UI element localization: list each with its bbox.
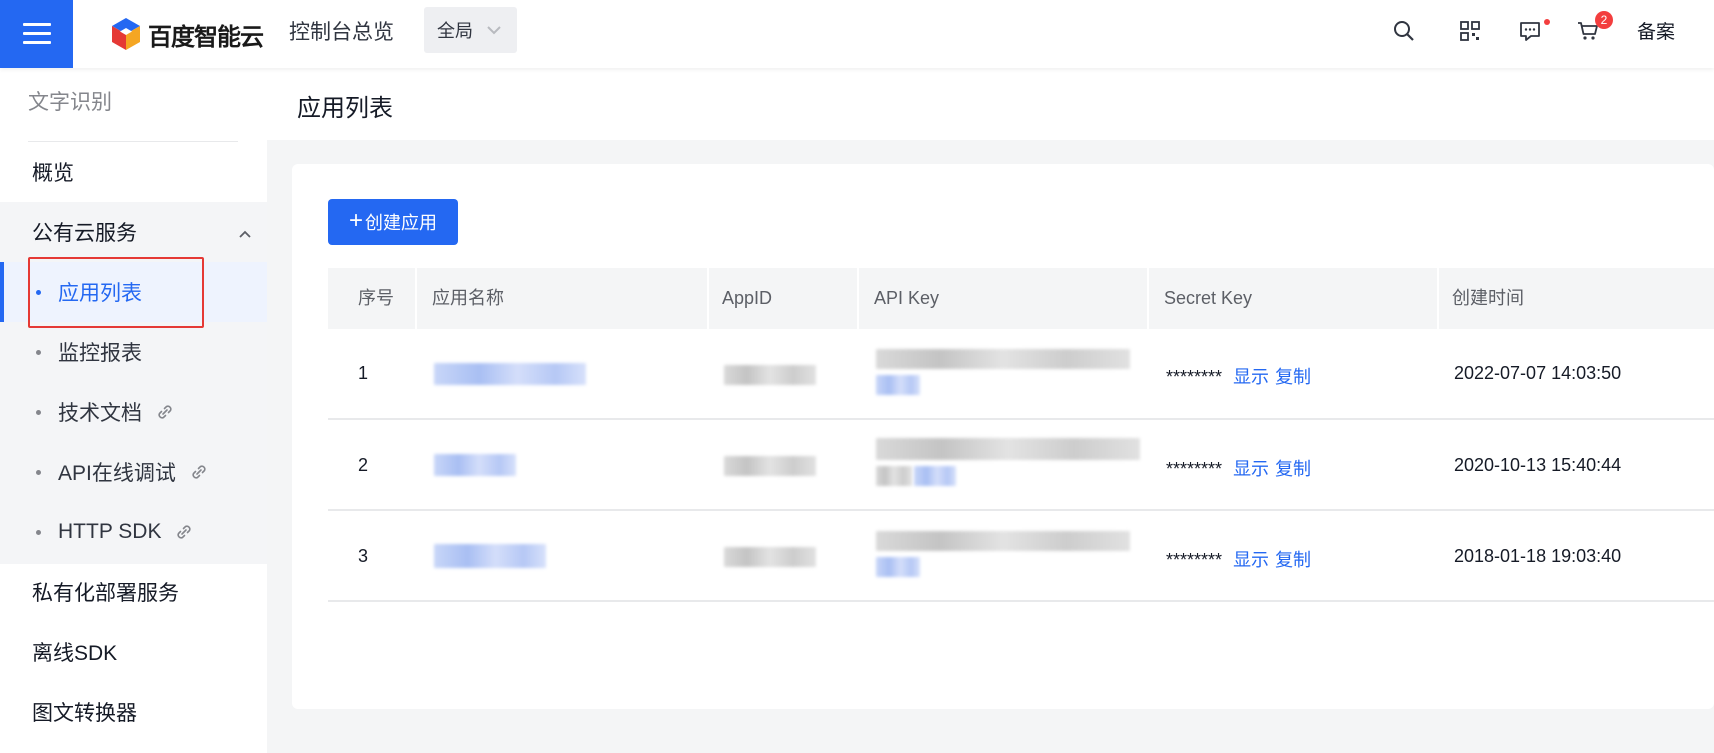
region-select[interactable]: 全局 (424, 7, 517, 53)
message-unread-dot (1544, 19, 1550, 25)
api-key-redacted-tail (876, 375, 920, 395)
search-button[interactable] (1388, 15, 1420, 47)
bullet-dot (36, 290, 41, 295)
create-app-button-label: 创建应用 (365, 213, 437, 233)
app-name-redacted[interactable] (434, 363, 586, 385)
show-secret-link[interactable]: 显示 (1233, 363, 1269, 389)
baidu-cloud-logo[interactable]: 百度智能云 (110, 14, 264, 54)
column-divider (415, 268, 417, 329)
api-key-redacted (876, 349, 1130, 369)
bullet-dot (36, 410, 41, 415)
secret-key-mask: ******** (1166, 459, 1223, 479)
secret-key-cell: ******** 显示 复制 (1166, 363, 1311, 389)
sidebar: 文字识别 概览 公有云服务 应用列表 监控报表 技术文档 API在线调试 HTT… (0, 68, 267, 753)
row-index: 3 (358, 546, 369, 566)
api-key-redacted-tail (914, 466, 956, 486)
bullet-dot (36, 470, 41, 475)
sidebar-item-label: HTTP SDK (58, 520, 162, 543)
app-name-redacted[interactable] (434, 544, 546, 568)
show-secret-link[interactable]: 显示 (1233, 455, 1269, 481)
copy-secret-link[interactable]: 复制 (1275, 363, 1311, 389)
api-key-redacted (876, 531, 1130, 551)
api-key-redacted-tail (876, 557, 920, 577)
qrcode-icon (1460, 21, 1480, 41)
copy-secret-link[interactable]: 复制 (1275, 546, 1311, 572)
created-time: 2020-10-13 15:40:44 (1454, 455, 1622, 475)
sidebar-item-offline-sdk[interactable]: 离线SDK (0, 622, 267, 682)
bullet-dot (36, 530, 41, 535)
table-header: 序号 应用名称 AppID API Key Secret Key 创建时间 (328, 268, 1714, 329)
sidebar-item-label: API在线调试 (58, 462, 176, 485)
column-divider (1437, 268, 1439, 329)
message-icon (1520, 22, 1540, 41)
row-index: 2 (358, 455, 369, 475)
beian-link[interactable]: 备案 (1637, 18, 1675, 48)
secret-key-cell: ******** 显示 复制 (1166, 546, 1311, 572)
top-navigation-bar: 百度智能云 控制台总览 全局 2 备案 (0, 0, 1714, 68)
sidebar-group-label: 公有云服务 (32, 222, 137, 245)
sidebar-item-http-sdk[interactable]: HTTP SDK (0, 502, 267, 562)
sidebar-item-label: 监控报表 (58, 342, 142, 365)
chevron-down-icon (487, 26, 501, 35)
hamburger-menu-button[interactable] (0, 0, 73, 68)
column-header-index: 序号 (358, 288, 394, 308)
external-link-icon (154, 401, 176, 423)
console-overview-link[interactable]: 控制台总览 (289, 18, 394, 48)
cube-logo-icon (112, 18, 140, 50)
secret-key-mask: ******** (1166, 367, 1223, 387)
appid-redacted (724, 365, 816, 385)
page-header: 应用列表 (267, 68, 1714, 140)
created-time: 2022-07-07 14:03:50 (1454, 363, 1622, 383)
app-name-redacted[interactable] (434, 454, 516, 476)
active-indicator (0, 262, 4, 322)
bullet-dot (36, 350, 41, 355)
column-header-secret-key: Secret Key (1164, 288, 1253, 308)
api-key-redacted (876, 438, 1140, 460)
sidebar-item-image-converter[interactable]: 图文转换器 (0, 682, 267, 742)
search-icon (1394, 21, 1414, 41)
sidebar-item-api-debug[interactable]: API在线调试 (0, 442, 267, 502)
table-row: 3 ******** 显示 复制 2018-01-18 19:03:40 (328, 511, 1714, 602)
copy-secret-link[interactable]: 复制 (1275, 455, 1311, 481)
appid-redacted (724, 547, 816, 567)
column-header-api-key: API Key (874, 288, 940, 308)
sidebar-product-title: 文字识别 (28, 91, 112, 114)
sidebar-item-private-deploy[interactable]: 私有化部署服务 (0, 562, 267, 622)
sidebar-item-app-list[interactable]: 应用列表 (0, 262, 267, 322)
plus-icon: + (348, 207, 363, 234)
column-divider (707, 268, 709, 329)
sidebar-item-monitor-report[interactable]: 监控报表 (0, 322, 267, 382)
secret-key-cell: ******** 显示 复制 (1166, 455, 1311, 481)
table-row: 1 ******** 显示 复制 2022-07-07 14:03:50 (328, 329, 1714, 420)
sidebar-item-overview[interactable]: 概览 (0, 142, 267, 202)
row-index: 1 (358, 363, 369, 383)
menu-icon (22, 22, 51, 46)
message-button[interactable] (1514, 15, 1546, 47)
logo-text: 百度智能云 (148, 23, 264, 51)
external-link-icon (173, 521, 195, 543)
external-link-icon (188, 461, 210, 483)
sidebar-item-tech-docs[interactable]: 技术文档 (0, 382, 267, 442)
column-header-created-time: 创建时间 (1452, 288, 1524, 308)
region-select-value: 全局 (437, 21, 473, 41)
qrcode-button[interactable] (1454, 15, 1486, 47)
secret-key-mask: ******** (1166, 550, 1223, 570)
column-divider (857, 268, 859, 329)
column-header-app-name: 应用名称 (432, 288, 504, 308)
created-time: 2018-01-18 19:03:40 (1454, 546, 1622, 566)
cart-count-badge: 2 (1595, 11, 1613, 29)
sidebar-group-public-cloud-header[interactable]: 公有云服务 (0, 202, 267, 262)
column-divider (1147, 268, 1149, 329)
api-key-redacted-tail (876, 466, 912, 486)
chevron-up-icon[interactable] (237, 226, 253, 242)
table-row: 2 ******** 显示 复制 2020-10-13 15:40:44 (328, 420, 1714, 511)
page-title: 应用列表 (297, 95, 393, 122)
appid-redacted (724, 456, 816, 476)
sidebar-item-label: 技术文档 (58, 402, 142, 425)
create-app-button[interactable]: + 创建应用 (328, 199, 458, 245)
sidebar-item-label: 应用列表 (58, 282, 142, 305)
column-header-appid: AppID (722, 288, 773, 308)
show-secret-link[interactable]: 显示 (1233, 546, 1269, 572)
